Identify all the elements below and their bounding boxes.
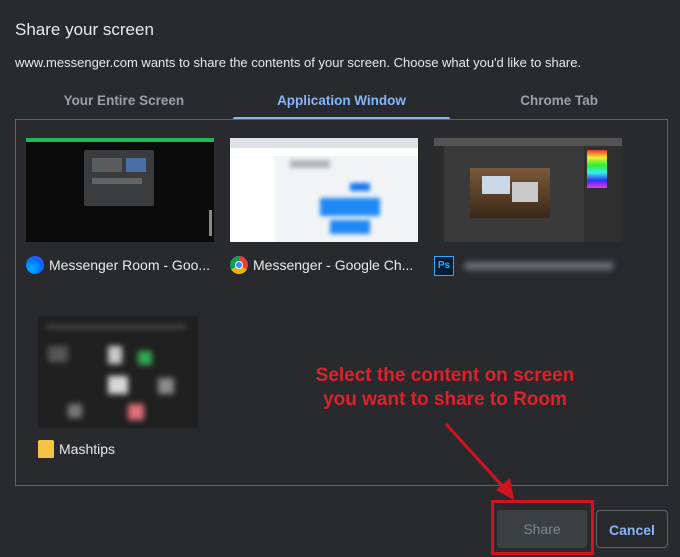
- messenger-icon: [26, 256, 44, 274]
- cancel-button[interactable]: Cancel: [596, 510, 668, 548]
- share-button[interactable]: Share: [497, 510, 587, 548]
- annotation-line-1: Select the content on screen: [315, 365, 575, 386]
- window-thumbnail: [26, 138, 214, 242]
- window-title: Messenger Room - Goo...: [49, 257, 211, 273]
- window-title: Messenger - Google Ch...: [253, 257, 414, 273]
- source-tabs: Your Entire Screen Application Window Ch…: [15, 86, 668, 120]
- window-thumbnail: [434, 138, 622, 242]
- tab-chrome-tab[interactable]: Chrome Tab: [450, 86, 668, 120]
- redacted-title: [464, 262, 614, 270]
- dialog-title: Share your screen: [15, 20, 154, 39]
- tab-application-window[interactable]: Application Window: [232, 86, 451, 120]
- window-thumbnail: [38, 316, 198, 428]
- window-tile-mashtips[interactable]: Mashtips: [38, 316, 228, 458]
- annotation-arrow-icon: [444, 422, 514, 500]
- photoshop-icon: Ps: [434, 256, 454, 276]
- folder-icon: [38, 440, 54, 458]
- window-list: Messenger Room - Goo... Messenger - Goog…: [15, 119, 668, 486]
- annotation-line-2: you want to share to Room: [323, 389, 567, 410]
- window-title: Mashtips: [59, 441, 116, 457]
- window-tile-messenger-room[interactable]: Messenger Room - Goo...: [26, 138, 216, 274]
- dialog-subtitle: www.messenger.com wants to share the con…: [15, 55, 582, 70]
- tab-entire-screen[interactable]: Your Entire Screen: [15, 86, 233, 120]
- window-tile-photoshop[interactable]: Ps: [434, 138, 624, 276]
- window-tile-messenger-chrome[interactable]: Messenger - Google Ch...: [230, 138, 420, 274]
- chrome-icon: [230, 256, 248, 274]
- window-thumbnail: [230, 138, 418, 242]
- instruction-annotation: Select the content on screen you want to…: [270, 364, 620, 412]
